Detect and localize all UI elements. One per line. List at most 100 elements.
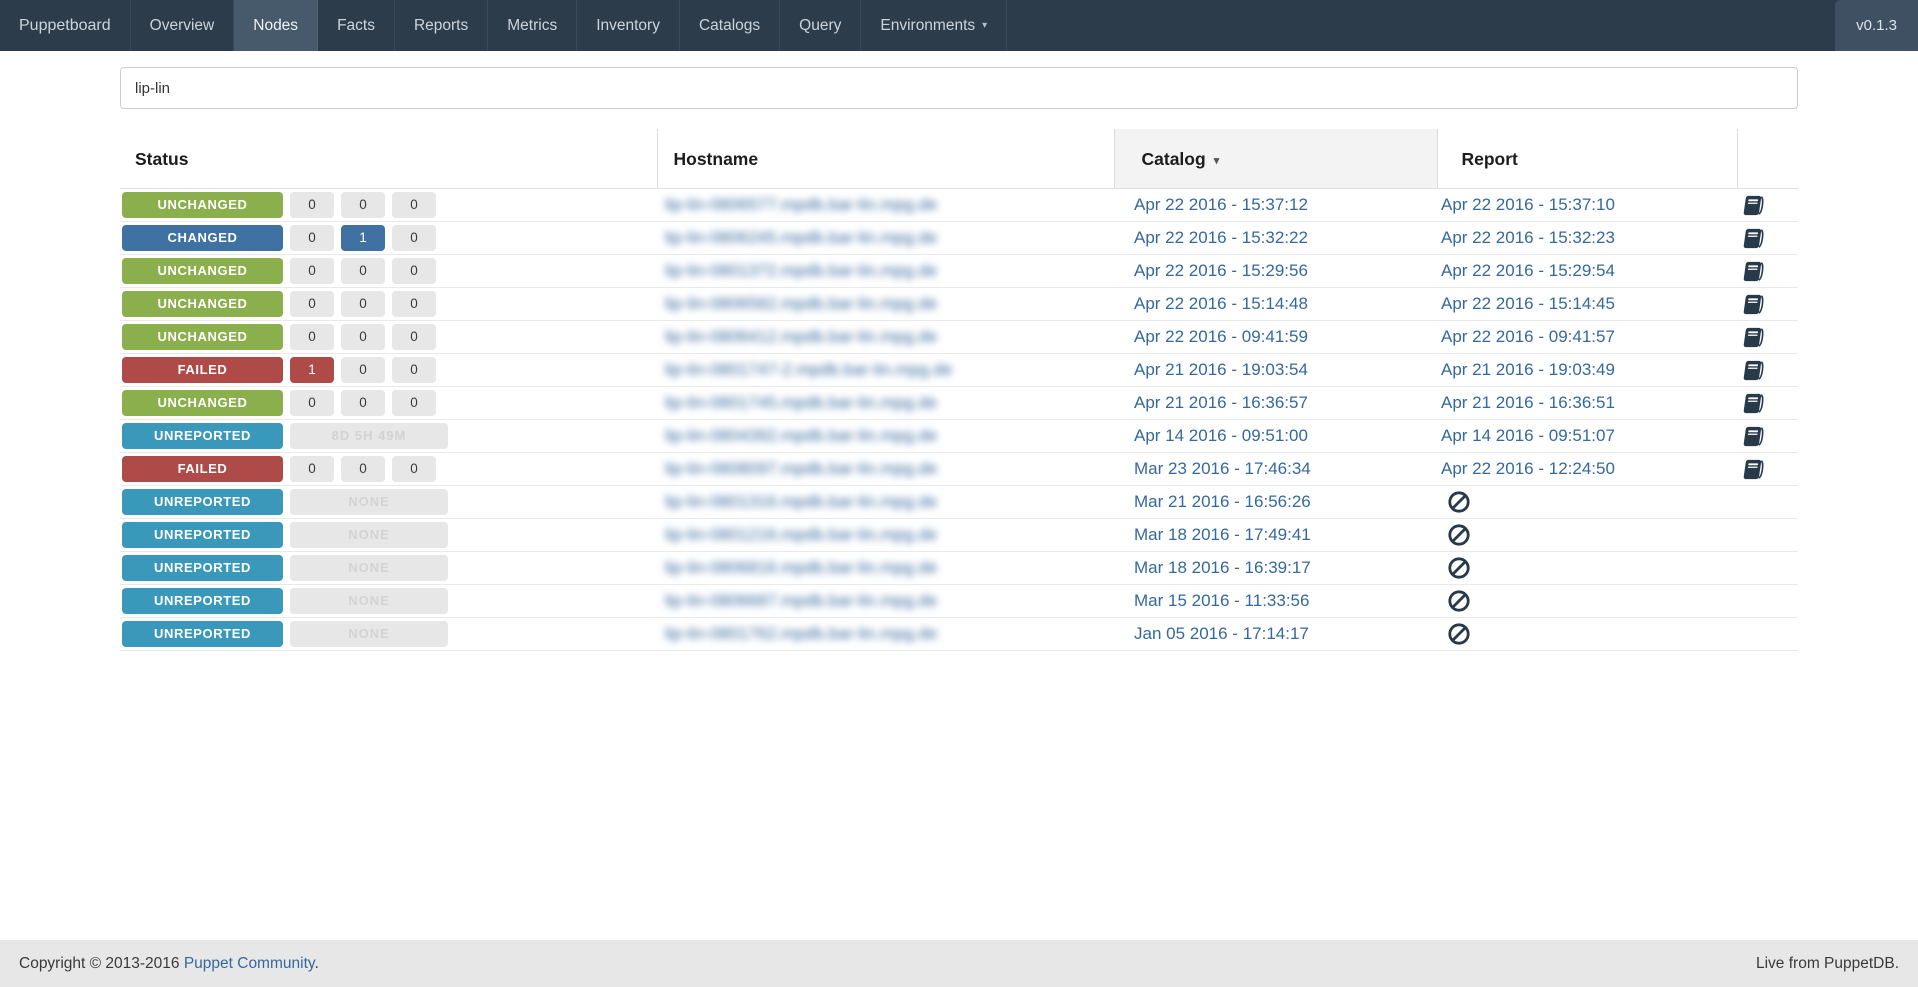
catalog-timestamp-link[interactable]: Mar 18 2016 - 17:49:41 bbox=[1134, 525, 1311, 544]
catalog-timestamp-link[interactable]: Apr 22 2016 - 15:32:22 bbox=[1134, 228, 1308, 247]
report-timestamp-link[interactable]: Apr 21 2016 - 16:36:51 bbox=[1441, 393, 1615, 412]
report-icon-cell bbox=[1737, 452, 1798, 486]
hostname-cell: lip-lin-0808097.mpdb.bar-lin.mpg.de bbox=[657, 452, 1114, 486]
book-icon[interactable] bbox=[1743, 194, 1766, 217]
status-badge: UNREPORTED bbox=[122, 423, 283, 449]
nav-item-environments[interactable]: Environments ▾ bbox=[861, 0, 1008, 51]
catalog-cell: Apr 22 2016 - 15:37:12 bbox=[1114, 188, 1437, 222]
report-timestamp-link[interactable]: Apr 22 2016 - 09:41:57 bbox=[1441, 327, 1615, 346]
report-cell: Apr 22 2016 - 15:29:54 bbox=[1437, 254, 1737, 288]
hostname-link-blurred[interactable]: lip-lin-0806816.mpdb.bar-lin.mpg.de bbox=[665, 558, 937, 577]
event-count-pill: 0 bbox=[341, 291, 385, 317]
status-cell: UNREPORTED NONE bbox=[120, 584, 657, 618]
event-count-pill: 0 bbox=[392, 258, 436, 284]
report-timestamp-link[interactable]: Apr 22 2016 - 15:37:10 bbox=[1441, 195, 1615, 214]
nav-item-label: Nodes bbox=[253, 16, 299, 34]
status-cell: UNCHANGED 0 0 0 bbox=[120, 254, 657, 288]
column-header-report[interactable]: Report bbox=[1436, 129, 1737, 189]
event-count-pill: 0 bbox=[290, 456, 334, 482]
catalog-timestamp-link[interactable]: Mar 18 2016 - 16:39:17 bbox=[1134, 558, 1311, 577]
nav-item-reports[interactable]: Reports bbox=[395, 0, 489, 51]
node-search-input[interactable] bbox=[120, 67, 1798, 109]
book-icon[interactable] bbox=[1743, 326, 1766, 349]
catalog-timestamp-link[interactable]: Mar 23 2016 - 17:46:34 bbox=[1134, 459, 1311, 478]
ban-icon bbox=[1447, 589, 1471, 613]
hostname-link-blurred[interactable]: lip-lin-0801372.mpdb.bar-lin.mpg.de bbox=[665, 261, 937, 280]
catalog-timestamp-link[interactable]: Apr 14 2016 - 09:51:00 bbox=[1134, 426, 1308, 445]
hostname-link-blurred[interactable]: lip-lin-0806687.mpdb.bar-lin.mpg.de bbox=[665, 591, 937, 610]
catalog-timestamp-link[interactable]: Jan 05 2016 - 17:14:17 bbox=[1134, 624, 1309, 643]
app-brand[interactable]: Puppetboard bbox=[0, 0, 131, 51]
catalog-timestamp-link[interactable]: Apr 22 2016 - 15:14:48 bbox=[1134, 294, 1308, 313]
hostname-link-blurred[interactable]: lip-lin-0801316.mpdb.bar-lin.mpg.de bbox=[665, 492, 937, 511]
hostname-link-blurred[interactable]: lip-lin-0801747-2.mpdb.bar-lin.mpg.de bbox=[665, 360, 952, 379]
column-header-status[interactable]: Status bbox=[120, 129, 657, 189]
book-icon[interactable] bbox=[1743, 359, 1766, 382]
report-cell: Apr 21 2016 - 16:36:51 bbox=[1437, 386, 1737, 420]
hostname-link-blurred[interactable]: lip-lin-0806412.mpdb.bar-lin.mpg.de bbox=[665, 327, 937, 346]
table-row: UNREPORTED 8D 5H 49M lip-lin-0804392.mpdb.… bbox=[120, 419, 1798, 453]
column-header-hostname[interactable]: Hostname bbox=[656, 129, 1114, 189]
catalog-timestamp-link[interactable]: Apr 22 2016 - 15:29:56 bbox=[1134, 261, 1308, 280]
catalog-timestamp-link[interactable]: Apr 21 2016 - 19:03:54 bbox=[1134, 360, 1308, 379]
report-cell: Apr 22 2016 - 09:41:57 bbox=[1437, 320, 1737, 354]
hostname-cell: lip-lin-0806816.mpdb.bar-lin.mpg.de bbox=[657, 551, 1114, 585]
hostname-link-blurred[interactable]: lip-lin-0808097.mpdb.bar-lin.mpg.de bbox=[665, 459, 937, 478]
hostname-cell: lip-lin-0801316.mpdb.bar-lin.mpg.de bbox=[657, 485, 1114, 519]
puppetdb-status-text: Live from PuppetDB. bbox=[1755, 954, 1899, 972]
nav-item-inventory[interactable]: Inventory bbox=[577, 0, 680, 51]
nav-item-catalogs[interactable]: Catalogs bbox=[680, 0, 781, 51]
catalog-timestamp-link[interactable]: Apr 22 2016 - 15:37:12 bbox=[1134, 195, 1308, 214]
hostname-cell: lip-lin-0806687.mpdb.bar-lin.mpg.de bbox=[657, 584, 1114, 618]
nav-item-label: Overview bbox=[149, 16, 215, 34]
report-icon-cell bbox=[1737, 188, 1798, 222]
hostname-link-blurred[interactable]: lip-lin-0801216.mpdb.bar-lin.mpg.de bbox=[665, 525, 937, 544]
nav-item-facts[interactable]: Facts bbox=[318, 0, 395, 51]
event-count-pill: 0 bbox=[290, 291, 334, 317]
book-icon[interactable] bbox=[1743, 260, 1766, 283]
hostname-link-blurred[interactable]: lip-lin-0801745.mpdb.bar-lin.mpg.de bbox=[665, 393, 937, 412]
nav-item-nodes[interactable]: Nodes bbox=[234, 0, 319, 51]
catalog-timestamp-link[interactable]: Mar 21 2016 - 16:56:26 bbox=[1134, 492, 1311, 511]
book-icon[interactable] bbox=[1743, 227, 1766, 250]
report-timestamp-link[interactable]: Apr 22 2016 - 15:14:45 bbox=[1441, 294, 1615, 313]
nav-item-metrics[interactable]: Metrics bbox=[488, 0, 578, 51]
catalog-cell: Mar 21 2016 - 16:56:26 bbox=[1114, 485, 1437, 519]
hostname-link-blurred[interactable]: lip-lin-0804392.mpdb.bar-lin.mpg.de bbox=[665, 426, 937, 445]
report-timestamp-link[interactable]: Apr 14 2016 - 09:51:07 bbox=[1441, 426, 1615, 445]
column-header-catalog[interactable]: Catalog ▾ bbox=[1113, 129, 1437, 189]
top-navbar: Puppetboard Overview Nodes Facts Reports Met… bbox=[0, 0, 1918, 51]
report-timestamp-link[interactable]: Apr 22 2016 - 15:32:23 bbox=[1441, 228, 1615, 247]
catalog-timestamp-link[interactable]: Mar 15 2016 - 11:33:56 bbox=[1134, 591, 1309, 610]
book-icon[interactable] bbox=[1743, 425, 1766, 448]
report-timestamp-link[interactable]: Apr 22 2016 - 12:24:50 bbox=[1441, 459, 1615, 478]
hostname-link-blurred[interactable]: lip-lin-0806245.mpdb.bar-lin.mpg.de bbox=[665, 228, 937, 247]
event-count-pill: 0 bbox=[341, 357, 385, 383]
table-header-row: Status Hostname Catalog ▾ Report bbox=[120, 129, 1798, 189]
hostname-link-blurred[interactable]: lip-lin-0806577.mpdb.bar-lin.mpg.de bbox=[665, 195, 937, 214]
unreported-duration-pill: NONE bbox=[290, 489, 448, 515]
book-icon[interactable] bbox=[1743, 458, 1766, 481]
catalog-timestamp-link[interactable]: Apr 22 2016 - 09:41:59 bbox=[1134, 327, 1308, 346]
book-icon[interactable] bbox=[1743, 392, 1766, 415]
event-count-pill: 1 bbox=[290, 357, 334, 383]
status-badge: CHANGED bbox=[122, 225, 283, 251]
table-row: UNCHANGED 0 0 0 lip-lin-0801745.mpdb.bar-lin… bbox=[120, 386, 1798, 420]
status-badge: UNREPORTED bbox=[122, 588, 283, 614]
report-cell: Apr 22 2016 - 15:14:45 bbox=[1437, 287, 1737, 321]
table-row: UNREPORTED NONE lip-lin-0801316.mpdb.bar-l… bbox=[120, 485, 1798, 519]
event-count-pill: 0 bbox=[290, 324, 334, 350]
book-icon[interactable] bbox=[1743, 293, 1766, 316]
hostname-link-blurred[interactable]: lip-lin-0806582.mpdb.bar-lin.mpg.de bbox=[665, 294, 937, 313]
status-badge: UNREPORTED bbox=[122, 555, 283, 581]
event-count-pill: 0 bbox=[341, 324, 385, 350]
report-timestamp-link[interactable]: Apr 21 2016 - 19:03:49 bbox=[1441, 360, 1615, 379]
catalog-timestamp-link[interactable]: Apr 21 2016 - 16:36:57 bbox=[1134, 393, 1308, 412]
report-icon-cell bbox=[1737, 386, 1798, 420]
table-row: UNREPORTED NONE lip-lin-0806816.mpdb.bar-l… bbox=[120, 551, 1798, 585]
hostname-link-blurred[interactable]: lip-lin-0801762.mpdb.bar-lin.mpg.de bbox=[665, 624, 937, 643]
nav-item-query[interactable]: Query bbox=[780, 0, 862, 51]
nav-item-overview[interactable]: Overview bbox=[131, 0, 235, 51]
puppet-community-link[interactable]: Puppet Community bbox=[184, 955, 315, 972]
report-timestamp-link[interactable]: Apr 22 2016 - 15:29:54 bbox=[1441, 261, 1615, 280]
